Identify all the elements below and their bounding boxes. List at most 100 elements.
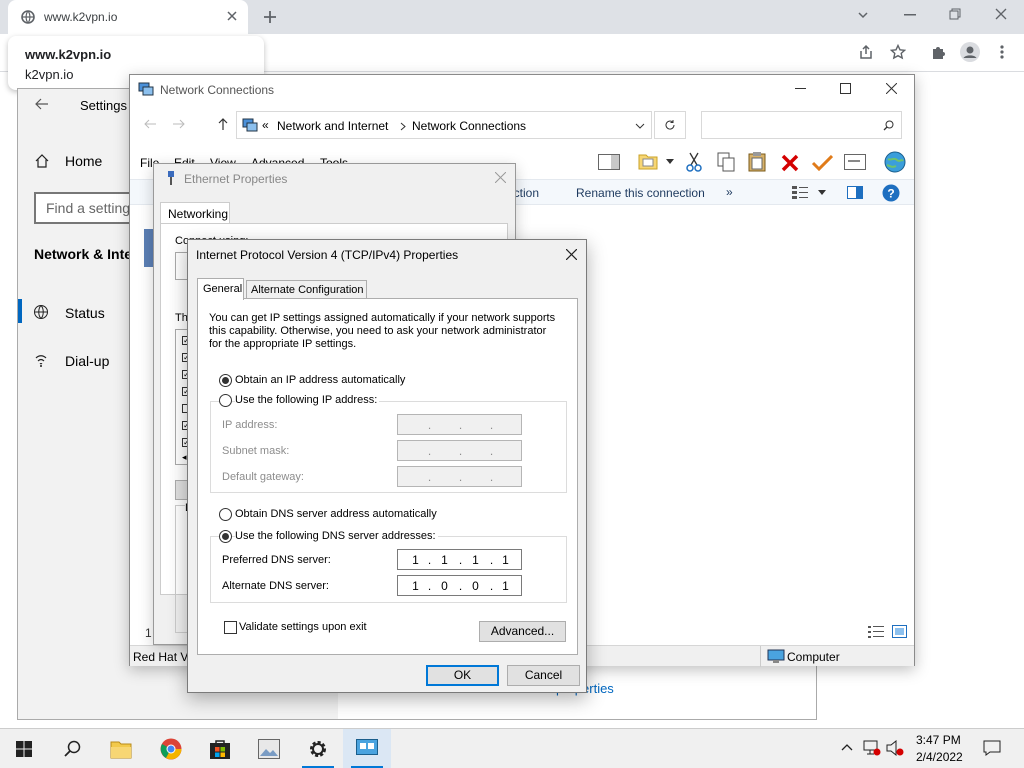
settings-taskbar[interactable]	[294, 729, 342, 768]
properties-check-icon[interactable]	[811, 155, 833, 171]
preview-pane-icon[interactable]	[598, 154, 620, 170]
extensions-icon[interactable]	[930, 44, 946, 60]
ethernet-close-icon[interactable]	[495, 172, 506, 183]
forward-icon[interactable]	[173, 119, 185, 129]
command-rename[interactable]: Rename this connection	[576, 186, 705, 200]
change-view-icon[interactable]	[792, 186, 808, 199]
up-icon[interactable]	[218, 118, 228, 130]
use-dns-radio[interactable]	[219, 530, 232, 543]
network-connections-taskbar[interactable]	[343, 729, 391, 768]
refresh-button[interactable]	[654, 111, 686, 139]
default-gateway-label: Default gateway:	[222, 471, 304, 483]
alternate-dns-field[interactable]: 1. 0. 0. 1	[397, 575, 522, 596]
description-line-2: this capability. Otherwise, you need to …	[209, 325, 547, 337]
suggestion-url: www.k2vpn.io	[25, 47, 112, 62]
tab-general[interactable]: General	[197, 278, 244, 300]
cut-icon[interactable]	[685, 152, 703, 172]
scroll-left-icon[interactable]: ◂	[182, 452, 187, 463]
network-tray-icon[interactable]	[863, 740, 881, 756]
minimize-icon[interactable]	[904, 14, 916, 16]
nav-dialup[interactable]: Dial-up	[65, 353, 109, 369]
command-more[interactable]: »	[726, 185, 733, 199]
restore-icon[interactable]	[949, 8, 961, 20]
octet-dot: .	[458, 444, 463, 458]
ip-address-field[interactable]: ...	[397, 414, 522, 435]
octet-dot: .	[489, 444, 494, 458]
tab-search-icon[interactable]	[857, 9, 869, 21]
selected-indicator	[18, 299, 22, 323]
nc-close-icon[interactable]	[886, 83, 897, 94]
use-ip-radio[interactable]	[219, 394, 232, 407]
view-dropdown-icon[interactable]	[818, 190, 826, 195]
options-dropdown-icon[interactable]	[666, 159, 674, 164]
taskbar-search-button[interactable]	[48, 729, 96, 768]
chrome-icon	[160, 738, 182, 760]
windows-logo-icon	[16, 741, 32, 757]
obtain-ip-radio[interactable]	[219, 374, 232, 387]
address-bar[interactable]: « Network and Internet Network Connectio…	[236, 111, 652, 139]
preview-pane-toggle-icon[interactable]	[847, 186, 863, 199]
tab-alternate-configuration[interactable]: Alternate Configuration	[246, 280, 367, 299]
copy-icon[interactable]	[717, 152, 735, 172]
validate-label[interactable]: Validate settings upon exit	[239, 621, 367, 633]
breadcrumb-overflow[interactable]: «	[262, 118, 269, 132]
use-ip-label[interactable]: Use the following IP address:	[235, 394, 380, 406]
volume-muted-icon[interactable]	[886, 740, 904, 756]
nc-minimize-icon[interactable]	[795, 88, 806, 90]
ok-button[interactable]: OK	[426, 665, 499, 686]
start-button[interactable]	[0, 729, 48, 768]
chrome-taskbar[interactable]	[147, 729, 195, 768]
ipv4-close-icon[interactable]	[566, 249, 577, 260]
search-box[interactable]	[701, 111, 902, 139]
subnet-mask-field[interactable]: ...	[397, 440, 522, 461]
use-dns-label[interactable]: Use the following DNS server addresses:	[235, 530, 438, 542]
rename-icon[interactable]	[844, 154, 866, 170]
browser-tab[interactable]: www.k2vpn.io	[8, 0, 248, 34]
nav-status[interactable]: Status	[65, 305, 105, 321]
large-icons-view-icon[interactable]	[892, 625, 907, 638]
file-explorer-taskbar[interactable]	[97, 729, 145, 768]
breadcrumb-chevron-icon	[400, 122, 406, 131]
breadcrumb-network-internet[interactable]: Network and Internet	[277, 119, 388, 133]
subnet-mask-label: Subnet mask:	[222, 445, 290, 457]
clock-time[interactable]: 3:47 PM	[916, 733, 961, 747]
close-tab-icon[interactable]	[226, 10, 238, 22]
close-window-icon[interactable]	[995, 8, 1007, 20]
chrome-menu-icon[interactable]	[1000, 44, 1004, 60]
share-icon[interactable]	[858, 44, 874, 60]
advanced-button[interactable]: Advanced...	[479, 621, 566, 642]
new-tab-icon[interactable]	[262, 9, 278, 25]
nc-maximize-icon[interactable]	[840, 83, 851, 94]
profile-avatar-icon[interactable]	[960, 42, 980, 62]
validate-checkbox[interactable]	[224, 621, 237, 634]
notifications-icon[interactable]	[983, 740, 1001, 756]
cancel-button[interactable]: Cancel	[507, 665, 580, 686]
tab-networking[interactable]: Networking	[160, 202, 230, 224]
home-link[interactable]: Home	[65, 153, 102, 169]
back-icon[interactable]	[144, 119, 156, 129]
photos-taskbar[interactable]	[245, 729, 293, 768]
status-divider	[760, 646, 761, 667]
help-icon[interactable]: ?	[882, 184, 900, 202]
address-dropdown-icon[interactable]	[635, 123, 645, 129]
store-taskbar[interactable]	[196, 729, 244, 768]
octet-dot: .	[489, 470, 494, 484]
octet: 1	[502, 553, 509, 567]
breadcrumb-network-connections[interactable]: Network Connections	[412, 119, 526, 133]
octet-dot: .	[427, 470, 432, 484]
details-view-icon[interactable]	[868, 626, 884, 638]
obtain-ip-label[interactable]: Obtain an IP address automatically	[235, 374, 405, 386]
obtain-dns-label[interactable]: Obtain DNS server address automatically	[235, 508, 437, 520]
clock-date[interactable]: 2/4/2022	[916, 750, 963, 764]
globe-view-icon[interactable]	[883, 151, 907, 173]
delete-icon[interactable]	[781, 154, 799, 172]
obtain-dns-radio[interactable]	[219, 508, 232, 521]
preferred-dns-field[interactable]: 1. 1. 1. 1	[397, 549, 522, 570]
paste-icon[interactable]	[748, 151, 768, 172]
home-icon	[34, 153, 50, 169]
bookmark-star-icon[interactable]	[890, 44, 906, 60]
tray-chevron-icon[interactable]	[841, 743, 853, 751]
folder-options-icon[interactable]	[638, 151, 658, 171]
back-arrow-icon[interactable]	[35, 98, 49, 110]
default-gateway-field[interactable]: ...	[397, 466, 522, 487]
